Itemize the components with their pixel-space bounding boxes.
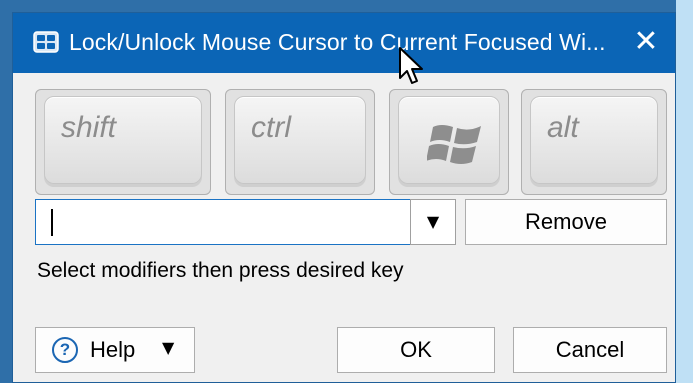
window-title: Lock/Unlock Mouse Cursor to Current Focu… xyxy=(69,29,606,55)
mouse-pointer-icon xyxy=(398,46,424,88)
remove-button[interactable]: Remove xyxy=(465,199,667,245)
title-bar[interactable]: Lock/Unlock Mouse Cursor to Current Focu… xyxy=(13,13,675,73)
ctrl-keycap: ctrl xyxy=(234,96,366,184)
text-caret xyxy=(51,209,53,236)
shift-keycap: shift xyxy=(44,96,202,184)
close-icon[interactable]: ✕ xyxy=(629,25,663,59)
alt-keycap: alt xyxy=(530,96,658,184)
shift-key-label: shift xyxy=(61,111,117,144)
key-input-field[interactable] xyxy=(35,199,413,245)
cancel-button[interactable]: Cancel xyxy=(513,327,667,373)
help-label: Help xyxy=(90,337,136,362)
alt-key-toggle[interactable]: alt xyxy=(521,89,667,195)
ok-button[interactable]: OK xyxy=(337,327,495,373)
ctrl-key-label: ctrl xyxy=(251,111,291,144)
instruction-text: Select modifiers then press desired key xyxy=(37,259,404,282)
help-button[interactable]: ? Help ▼ xyxy=(35,327,195,373)
windows-logo-icon xyxy=(426,115,485,171)
windows-keycap xyxy=(398,96,500,184)
desktop-background xyxy=(676,0,693,383)
keyboard-app-icon xyxy=(33,29,59,55)
shift-key-toggle[interactable]: shift xyxy=(35,89,211,195)
help-icon: ? xyxy=(52,337,78,363)
chevron-down-icon: ▼ xyxy=(162,338,175,357)
ctrl-key-toggle[interactable]: ctrl xyxy=(225,89,375,195)
alt-key-label: alt xyxy=(547,111,579,144)
windows-key-toggle[interactable] xyxy=(389,89,509,195)
key-dropdown-button[interactable]: ▼ xyxy=(410,199,456,245)
dialog-window: Lock/Unlock Mouse Cursor to Current Focu… xyxy=(12,12,676,383)
